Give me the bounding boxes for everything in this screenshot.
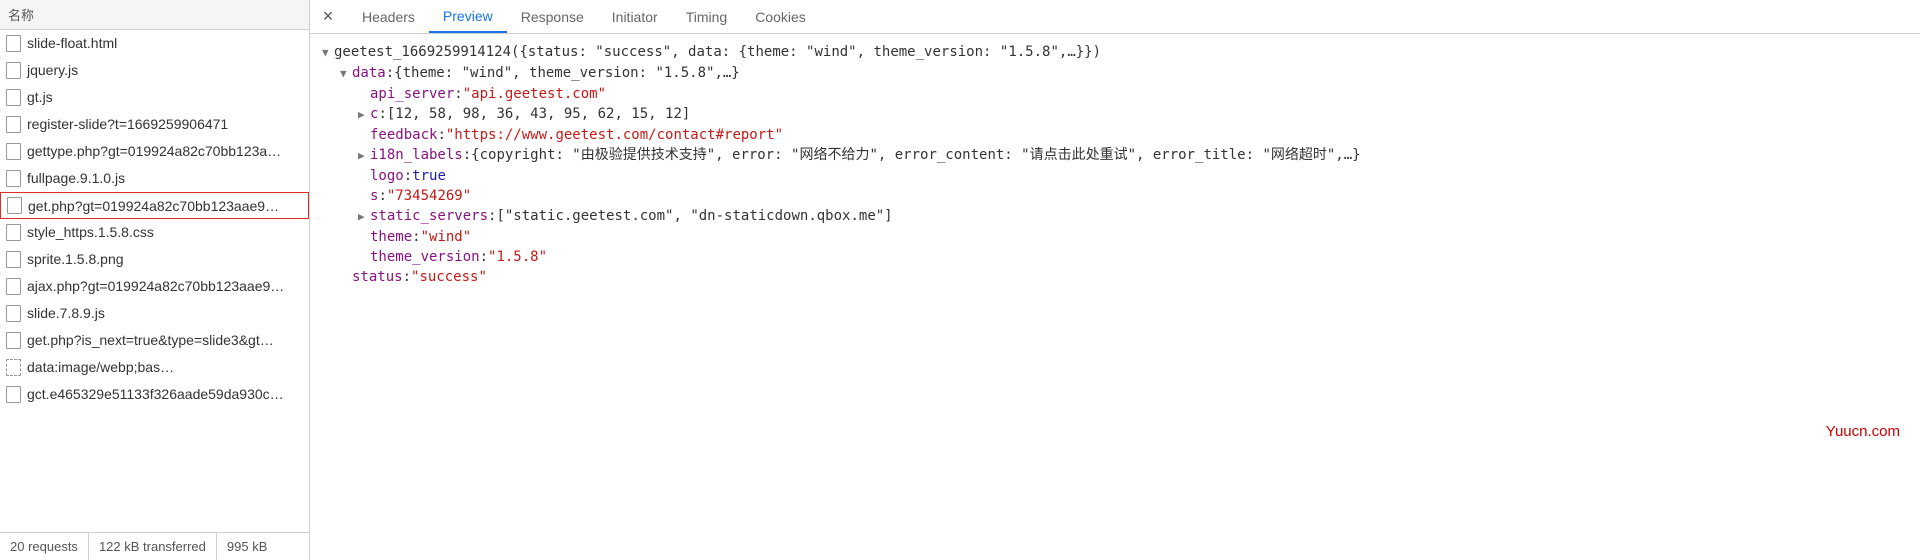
expand-icon[interactable] [358,207,368,227]
main-panel: × HeadersPreviewResponseInitiatorTimingC… [310,0,1920,560]
callback-name: geetest_1669259914124 [334,42,511,62]
request-row[interactable]: get.php?gt=019924a82c70bb123aae9… [0,192,309,219]
sidebar-footer: 20 requests 122 kB transferred 995 kB [0,532,309,560]
tab-initiator[interactable]: Initiator [598,0,672,33]
request-row[interactable]: register-slide?t=1669259906471 [0,111,309,138]
request-name: register-slide?t=1669259906471 [27,116,228,132]
request-row[interactable]: sprite.1.5.8.png [0,246,309,273]
file-icon [7,197,22,214]
file-icon [6,332,21,349]
tab-cookies[interactable]: Cookies [741,0,820,33]
tab-headers[interactable]: Headers [348,0,429,33]
request-name: get.php?gt=019924a82c70bb123aae9… [28,198,279,214]
file-icon [6,143,21,160]
request-row[interactable]: ajax.php?gt=019924a82c70bb123aae9… [0,273,309,300]
request-row[interactable]: get.php?is_next=true&type=slide3&gt… [0,327,309,354]
expand-icon[interactable] [322,43,332,63]
network-sidebar: 名称 slide-float.html jquery.js gt.js registe… [0,0,310,560]
file-icon [6,251,21,268]
watermark: Yuucn.com [1826,423,1900,440]
detail-tabs: × HeadersPreviewResponseInitiatorTimingC… [310,0,1920,34]
request-name: get.php?is_next=true&type=slide3&gt… [27,332,274,348]
footer-transferred: 122 kB transferred [89,533,217,560]
expand-icon[interactable] [358,146,368,166]
request-name: jquery.js [27,62,78,78]
file-icon [6,278,21,295]
request-name: data:image/webp;bas… [27,359,174,375]
request-name: slide.7.8.9.js [27,305,105,321]
request-name: sprite.1.5.8.png [27,251,124,267]
request-name: gettype.php?gt=019924a82c70bb123a… [27,143,281,159]
request-row[interactable]: jquery.js [0,57,309,84]
request-name: gct.e465329e51133f326aade59da930c… [27,386,284,402]
file-icon [6,386,21,403]
request-name: style_https.1.5.8.css [27,224,154,240]
request-row[interactable]: slide.7.8.9.js [0,300,309,327]
request-name: ajax.php?gt=019924a82c70bb123aae9… [27,278,284,294]
tab-preview[interactable]: Preview [429,0,507,33]
request-name: slide-float.html [27,35,117,51]
close-icon[interactable]: × [316,5,340,29]
request-row[interactable]: style_https.1.5.8.css [0,219,309,246]
request-row[interactable]: gct.e465329e51133f326aade59da930c… [0,381,309,408]
request-row[interactable]: slide-float.html [0,30,309,57]
preview-panel[interactable]: geetest_1669259914124({status: "success"… [310,34,1920,560]
footer-size: 995 kB [217,533,277,560]
file-icon [6,116,21,133]
request-row[interactable]: gettype.php?gt=019924a82c70bb123a… [0,138,309,165]
expand-icon[interactable] [358,105,368,125]
request-row[interactable]: fullpage.9.1.0.js [0,165,309,192]
file-icon [6,62,21,79]
footer-requests: 20 requests [0,533,89,560]
request-name: gt.js [27,89,53,105]
expand-icon[interactable] [340,64,350,84]
file-icon [6,35,21,52]
tab-response[interactable]: Response [507,0,598,33]
file-icon [6,89,21,106]
file-icon [6,359,21,376]
request-name: fullpage.9.1.0.js [27,170,125,186]
file-icon [6,224,21,241]
file-icon [6,305,21,322]
request-row[interactable]: gt.js [0,84,309,111]
request-row[interactable]: data:image/webp;bas… [0,354,309,381]
sidebar-header: 名称 [0,0,309,30]
tab-timing[interactable]: Timing [672,0,742,33]
request-list[interactable]: slide-float.html jquery.js gt.js register-s… [0,30,309,532]
file-icon [6,170,21,187]
